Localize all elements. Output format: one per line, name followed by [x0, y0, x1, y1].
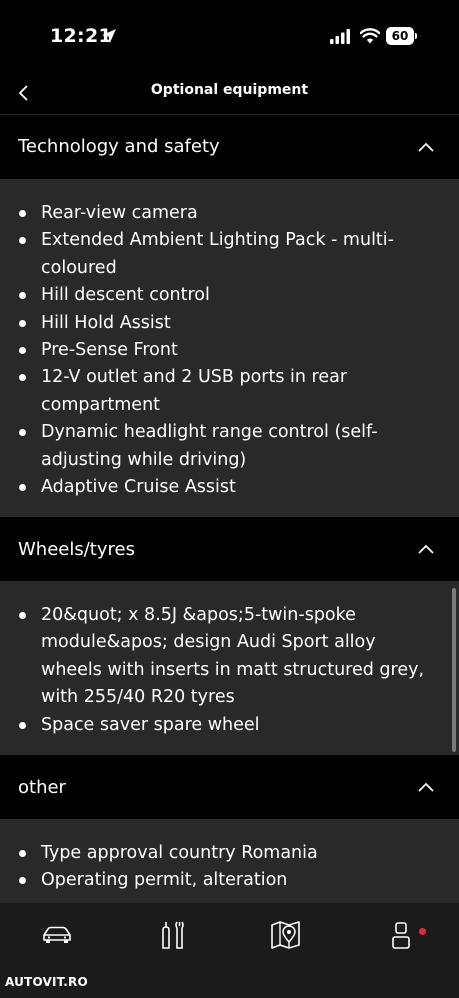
navigation-bar: Optional equipment [0, 70, 459, 115]
battery-indicator: 60 [386, 27, 414, 45]
car-icon[interactable] [40, 918, 74, 952]
wifi-icon [360, 28, 380, 44]
battery-tip [415, 33, 417, 39]
status-bar: 12:21 60 [0, 0, 459, 70]
list-item: Hill Hold Assist [0, 310, 459, 337]
list-item: Extended Ambient Lighting Pack - multi-c… [0, 227, 459, 282]
list-item: 20&quot; x 8.5J &apos;5-twin-spoke modul… [0, 602, 459, 712]
list-item: Pre-Sense Front [0, 337, 459, 364]
watermark-logo: AUTOVIT.RO [5, 975, 88, 989]
location-arrow-icon [102, 29, 116, 43]
scrollbar[interactable] [452, 588, 456, 752]
section-header-other[interactable]: other [0, 755, 459, 819]
section-header-technology[interactable]: Technology and safety [0, 115, 459, 179]
cellular-signal-icon [330, 29, 350, 44]
section-title: Wheels/tyres [18, 539, 135, 560]
section-body-wheels: 20&quot; x 8.5J &apos;5-twin-spoke modul… [0, 581, 459, 755]
section-title: other [18, 777, 66, 798]
chevron-up-icon[interactable] [417, 781, 435, 793]
profile-icon[interactable] [384, 918, 418, 952]
list-item: Type approval country Romania [0, 840, 459, 867]
page-title: Optional equipment [150, 82, 309, 98]
section-title: Technology and safety [18, 136, 220, 157]
tools-icon[interactable] [156, 918, 190, 952]
section-body-technology: Rear-view camera Extended Ambient Lighti… [0, 179, 459, 517]
list-item: 12-V outlet and 2 USB ports in rear comp… [0, 364, 459, 419]
list-item: Rear-view camera [0, 200, 459, 227]
section-body-other: Type approval country Romania Operating … [0, 819, 459, 903]
list-item: Operating permit, alteration [0, 867, 459, 894]
chevron-up-icon[interactable] [417, 543, 435, 555]
map-icon[interactable] [269, 918, 303, 952]
chevron-up-icon[interactable] [417, 141, 435, 153]
list-item: Space saver spare wheel [0, 712, 459, 739]
section-header-wheels[interactable]: Wheels/tyres [0, 517, 459, 581]
notification-dot [419, 928, 426, 935]
list-item: Adaptive Cruise Assist [0, 474, 459, 501]
list-item: Hill descent control [0, 282, 459, 309]
list-item: Dynamic headlight range control (self-ad… [0, 419, 459, 474]
